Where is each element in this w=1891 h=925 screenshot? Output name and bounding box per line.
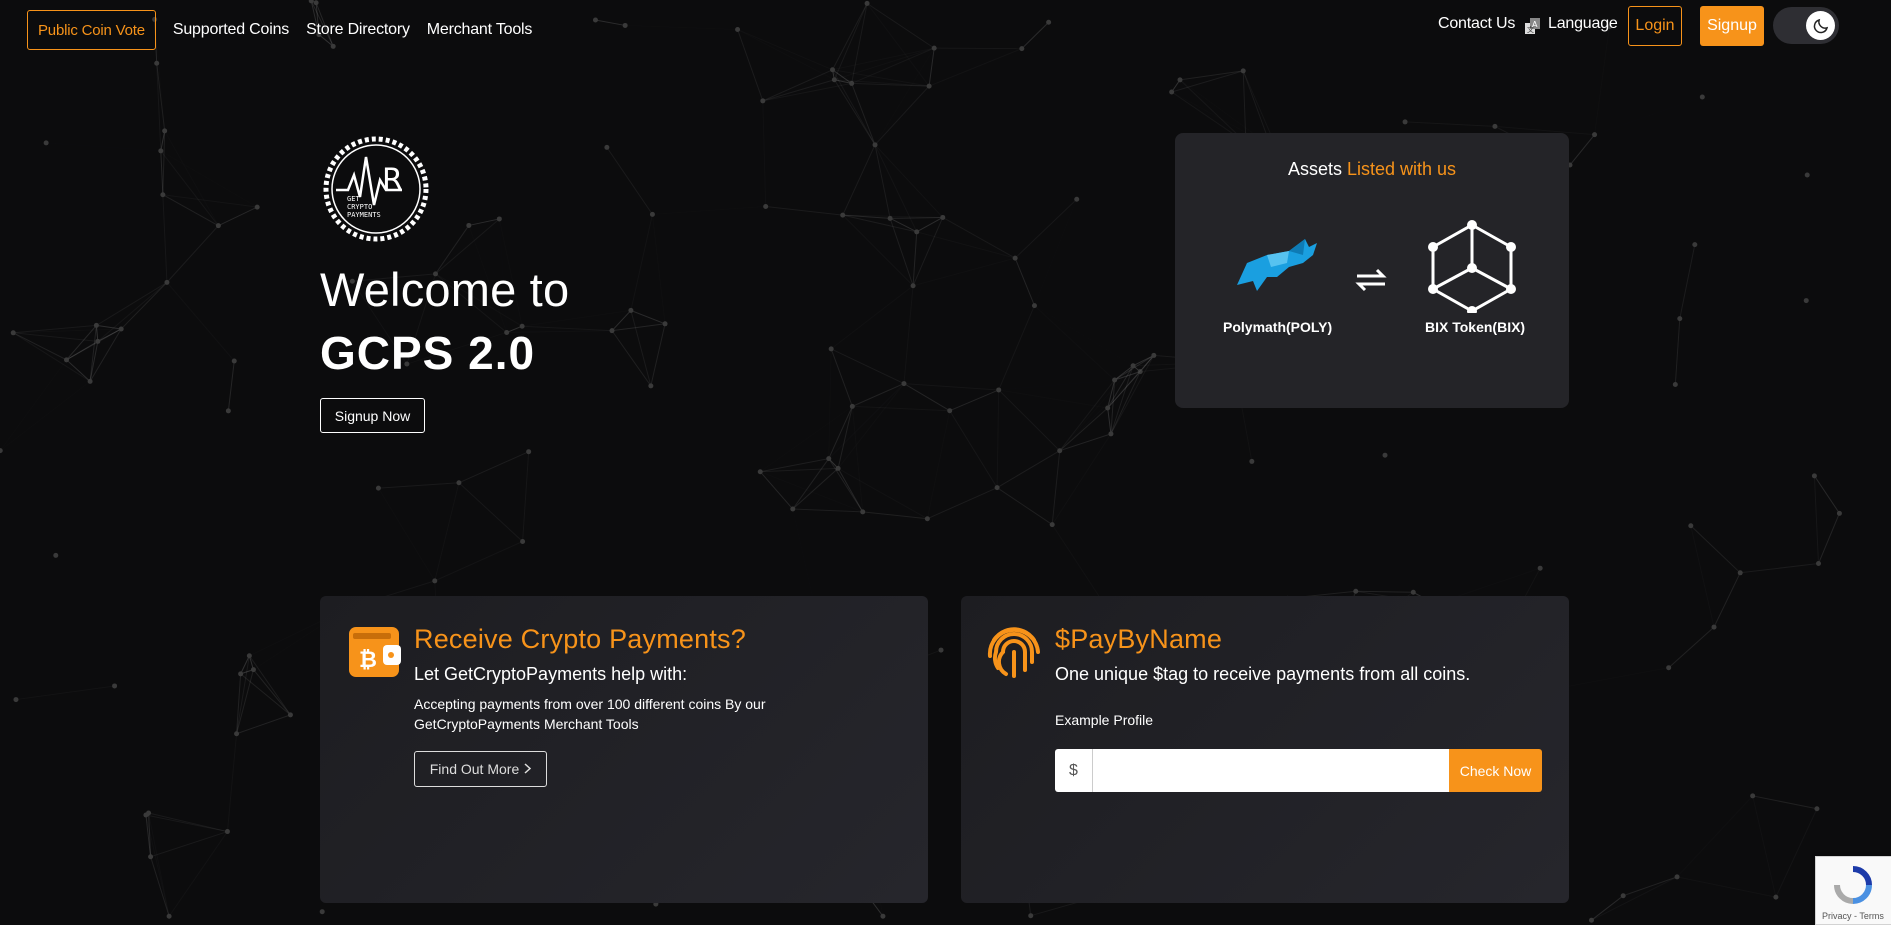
language-selector[interactable]: Language <box>1548 15 1618 33</box>
find-out-more-button[interactable]: Find Out More <box>414 751 547 787</box>
find-out-more-label: Find Out More <box>429 761 520 777</box>
assets-title: Assets Listed with us <box>1287 159 1457 179</box>
assets-card: Assets Listed with us Polymath(POLY) BIX… <box>1175 133 1569 408</box>
login-button[interactable]: Login <box>1628 6 1682 46</box>
paybyname-card: $PayByName One unique $tag to receive pa… <box>961 596 1569 903</box>
hero-welcome: Welcome to <box>320 263 570 316</box>
svg-text:CRYPTO: CRYPTO <box>347 203 372 211</box>
wallet-bitcoin-icon: ₿ <box>347 623 401 684</box>
svg-text:₿: ₿ <box>359 648 377 673</box>
contact-us-link[interactable]: Contact Us <box>1438 15 1515 33</box>
paybyname-tag-input[interactable] <box>1093 749 1449 792</box>
receive-title: Receive Crypto Payments? <box>414 624 746 654</box>
asset-name-bix[interactable]: BIX Token(BIX) <box>1425 319 1525 335</box>
svg-text:GET: GET <box>347 195 360 203</box>
fingerprint-icon <box>986 622 1042 685</box>
language-icon[interactable]: A 文 <box>1524 17 1541 36</box>
paybyname-form: $ Check Now <box>1055 749 1542 792</box>
receive-description: Accepting payments from over 100 differe… <box>414 696 766 732</box>
recaptcha-badge[interactable]: Privacy - Terms <box>1815 856 1891 925</box>
gcp-logo: R GET CRYPTO PAYMENTS <box>322 135 430 243</box>
receive-subtitle: Let GetCryptoPayments help with: <box>414 664 688 684</box>
chevron-right-icon <box>524 761 532 777</box>
paybyname-title: $PayByName <box>1055 624 1223 654</box>
recaptcha-icon <box>1833 865 1873 910</box>
receive-payments-card: ₿ Receive Crypto Payments? Let GetCrypto… <box>320 596 928 903</box>
dollar-prefix: $ <box>1055 749 1093 792</box>
network-background <box>0 0 1842 923</box>
theme-toggle[interactable] <box>1773 7 1839 44</box>
svg-text:文: 文 <box>1527 25 1534 34</box>
signup-button[interactable]: Signup <box>1700 6 1764 46</box>
asset-name-poly[interactable]: Polymath(POLY) <box>1223 319 1332 335</box>
top-nav-right: Contact Us A 文 Language Login Signup <box>0 0 1891 52</box>
check-now-button[interactable]: Check Now <box>1449 749 1542 792</box>
swap-arrows-icon <box>1353 265 1389 300</box>
bull-icon <box>1227 233 1323 298</box>
paybyname-subtitle: One unique $tag to receive payments from… <box>1055 664 1471 684</box>
moon-icon <box>1806 11 1835 40</box>
recaptcha-links[interactable]: Privacy - Terms <box>1822 911 1884 921</box>
hero-title: GCPS 2.0 <box>320 327 536 379</box>
cube-network-icon <box>1427 219 1517 318</box>
svg-text:PAYMENTS: PAYMENTS <box>347 211 381 219</box>
signup-now-button[interactable]: Signup Now <box>320 398 425 433</box>
svg-text:R: R <box>382 163 403 198</box>
example-profile-label: Example Profile <box>1055 712 1154 728</box>
